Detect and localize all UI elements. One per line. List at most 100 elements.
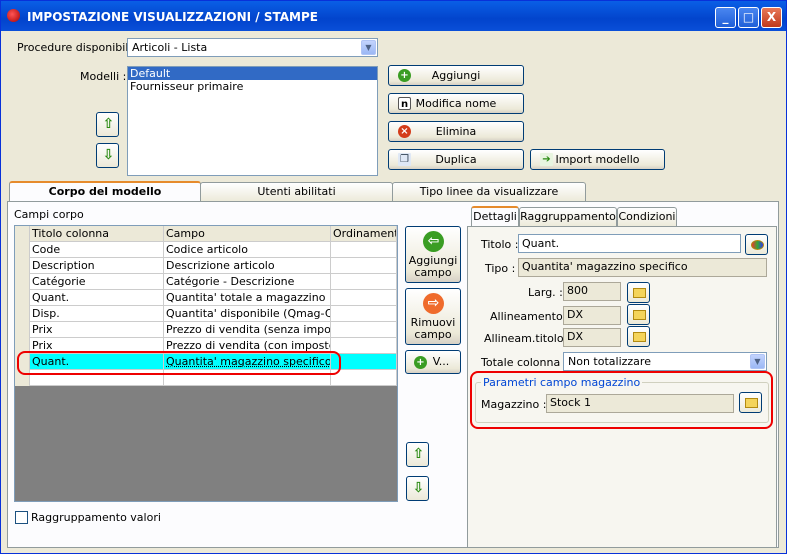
tipo-label: Tipo : bbox=[485, 262, 516, 275]
import-icon: ➔ bbox=[540, 153, 553, 166]
cell-ordinamento[interactable] bbox=[331, 306, 397, 322]
table-row[interactable]: Quant. Quantita' totale a magazzino bbox=[15, 290, 397, 306]
list-item[interactable]: Fournisseur primaire bbox=[128, 80, 377, 93]
move-up-button[interactable]: ⇧ bbox=[96, 112, 119, 137]
cell-campo[interactable]: Descrizione articolo bbox=[164, 258, 331, 274]
allineamento-label: Allineamento : bbox=[490, 310, 570, 323]
procedure-select[interactable]: Articoli - Lista ▼ bbox=[127, 38, 378, 57]
maximize-button[interactable]: □ bbox=[738, 7, 759, 28]
cell-ordinamento[interactable] bbox=[331, 290, 397, 306]
row-indicator bbox=[15, 290, 30, 306]
cell-ordinamento[interactable] bbox=[331, 338, 397, 354]
table-row[interactable]: Code Codice articolo bbox=[15, 242, 397, 258]
cell-campo[interactable]: Codice articolo bbox=[164, 242, 331, 258]
larg-button[interactable] bbox=[627, 282, 650, 303]
folder-icon bbox=[633, 332, 646, 342]
tab-condizioni[interactable]: Condizioni bbox=[617, 207, 677, 227]
modelli-label: Modelli : bbox=[80, 70, 127, 83]
close-button[interactable]: X bbox=[761, 7, 782, 28]
aggiungi-campo-button[interactable]: ⇦ Aggiungi campo bbox=[405, 226, 461, 283]
cell-titolo[interactable]: Quant. bbox=[30, 290, 164, 306]
header-ordinamento[interactable]: Ordinamento bbox=[331, 226, 397, 242]
larg-label: Larg. : bbox=[528, 286, 563, 299]
highlight-frame-magazzino bbox=[470, 371, 773, 429]
tab-tipo-linee[interactable]: Tipo linee da visualizzare bbox=[392, 182, 586, 202]
arrow-left-icon: ⇦ bbox=[423, 231, 444, 252]
row-indicator bbox=[15, 306, 30, 322]
folder-icon bbox=[633, 288, 646, 298]
header-campo[interactable]: Campo bbox=[164, 226, 331, 242]
plus-icon: + bbox=[414, 356, 427, 369]
window-title: IMPOSTAZIONE VISUALIZZAZIONI / STAMPE bbox=[27, 10, 318, 24]
field-up-button[interactable]: ⇧ bbox=[406, 442, 429, 467]
tab-corpo-del-modello[interactable]: Corpo del modello bbox=[9, 181, 201, 203]
totale-colonna-select[interactable]: Non totalizzare ▼ bbox=[563, 352, 767, 371]
list-item[interactable]: Default bbox=[128, 67, 377, 80]
table-header: Titolo colonna Campo Ordinamento bbox=[15, 226, 397, 242]
row-indicator bbox=[15, 258, 30, 274]
cell-titolo[interactable]: Catégorie bbox=[30, 274, 164, 290]
modelli-list[interactable]: Default Fournisseur primaire bbox=[127, 66, 378, 176]
move-down-button[interactable]: ⇩ bbox=[96, 143, 119, 168]
import-modello-button[interactable]: ➔ Import modello bbox=[530, 149, 665, 170]
duplica-button[interactable]: ❐ Duplica bbox=[388, 149, 524, 170]
minimize-button[interactable]: _ bbox=[715, 7, 736, 28]
cell-ordinamento[interactable] bbox=[331, 322, 397, 338]
modifica-nome-button[interactable]: n Modifica nome bbox=[388, 93, 524, 114]
procedure-label: Procedure disponibili : bbox=[17, 41, 139, 54]
tab-dettagli[interactable]: Dettagli bbox=[471, 206, 519, 228]
aggiungi-label: Aggiungi bbox=[431, 69, 481, 82]
allineamento-button[interactable] bbox=[627, 304, 650, 325]
modifica-label: Modifica nome bbox=[415, 97, 497, 110]
cell-ordinamento[interactable] bbox=[331, 370, 397, 386]
cell-titolo[interactable]: Disp. bbox=[30, 306, 164, 322]
color-button[interactable] bbox=[745, 234, 768, 255]
rimuovi-campo-label: Rimuovi campo bbox=[410, 316, 456, 341]
cell-ordinamento[interactable] bbox=[331, 258, 397, 274]
arrow-down-icon: ⇩ bbox=[102, 147, 115, 163]
allineamento-value: DX bbox=[563, 306, 621, 325]
delete-icon: × bbox=[398, 125, 411, 138]
procedure-value: Articoli - Lista bbox=[132, 41, 208, 54]
duplica-label: Duplica bbox=[435, 153, 477, 166]
table-row[interactable]: Catégorie Catégorie - Descrizione bbox=[15, 274, 397, 290]
row-indicator bbox=[15, 242, 30, 258]
v-button[interactable]: + V... bbox=[405, 350, 461, 374]
cell-titolo[interactable]: Code bbox=[30, 242, 164, 258]
import-label: Import modello bbox=[555, 153, 640, 166]
field-down-button[interactable]: ⇩ bbox=[406, 476, 429, 501]
cell-campo[interactable]: Catégorie - Descrizione bbox=[164, 274, 331, 290]
rimuovi-campo-button[interactable]: ⇨ Rimuovi campo bbox=[405, 288, 461, 345]
cell-campo[interactable]: Quantita' disponibile (Qmag-Qord) bbox=[164, 306, 331, 322]
header-titolo[interactable]: Titolo colonna bbox=[30, 226, 164, 242]
chevron-down-icon[interactable]: ▼ bbox=[361, 40, 376, 55]
table-row[interactable]: Disp. Quantita' disponibile (Qmag-Qord) bbox=[15, 306, 397, 322]
cell-ordinamento[interactable] bbox=[331, 242, 397, 258]
app-icon bbox=[7, 9, 20, 22]
chevron-down-icon[interactable]: ▼ bbox=[750, 354, 765, 369]
cell-campo[interactable]: Prezzo di vendita (senza imposte) bbox=[164, 322, 331, 338]
table-row[interactable]: Prix Prezzo di vendita (senza imposte) bbox=[15, 322, 397, 338]
row-indicator bbox=[15, 226, 30, 242]
titolo-input[interactable]: Quant. bbox=[518, 234, 741, 253]
cell-ordinamento[interactable] bbox=[331, 274, 397, 290]
aggiungi-button[interactable]: + Aggiungi bbox=[388, 65, 524, 86]
arrow-right-icon: ⇨ bbox=[423, 293, 444, 314]
raggruppamento-valori-label: Raggruppamento valori bbox=[31, 511, 161, 524]
cell-titolo[interactable]: Prix bbox=[30, 322, 164, 338]
cell-titolo[interactable]: Description bbox=[30, 258, 164, 274]
tab-raggruppamento[interactable]: Raggruppamento bbox=[519, 207, 617, 227]
allineam-titolo-button[interactable] bbox=[627, 326, 650, 347]
arrow-down-icon: ⇩ bbox=[412, 480, 425, 496]
arrow-up-icon: ⇧ bbox=[412, 446, 425, 462]
folder-icon bbox=[633, 310, 646, 320]
tab-utenti-abilitati[interactable]: Utenti abilitati bbox=[200, 182, 393, 202]
table-row[interactable]: Description Descrizione articolo bbox=[15, 258, 397, 274]
totale-colonna-label: Totale colonna : bbox=[481, 356, 568, 369]
v-label: V... bbox=[432, 355, 450, 368]
cell-campo[interactable]: Quantita' totale a magazzino bbox=[164, 290, 331, 306]
highlight-frame-row bbox=[17, 351, 341, 375]
title-bar[interactable]: IMPOSTAZIONE VISUALIZZAZIONI / STAMPE _ … bbox=[1, 1, 786, 31]
raggruppamento-checkbox[interactable] bbox=[15, 511, 28, 524]
elimina-button[interactable]: × Elimina bbox=[388, 121, 524, 142]
